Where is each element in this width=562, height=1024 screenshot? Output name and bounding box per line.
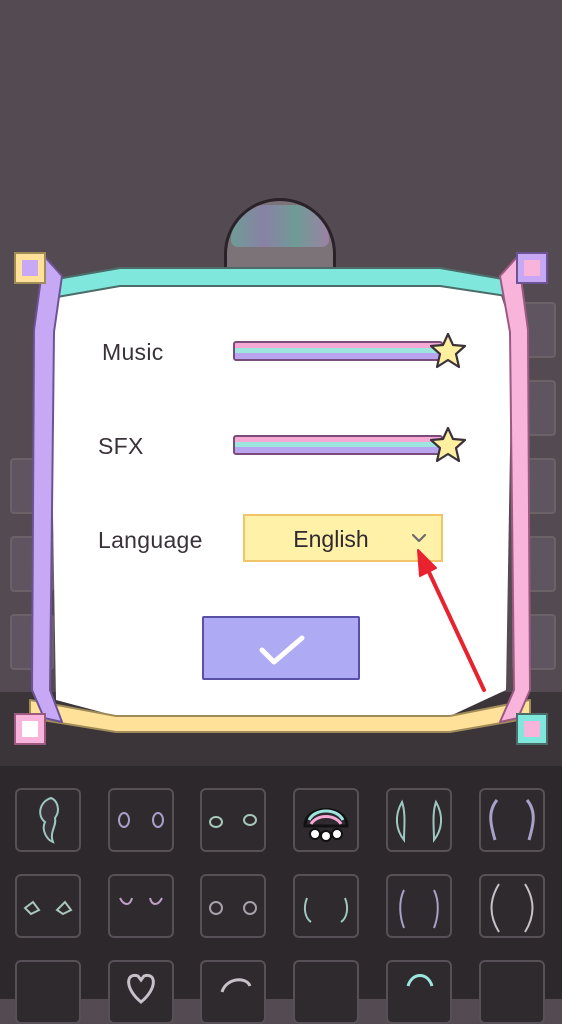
chevron-down-icon[interactable] — [411, 533, 427, 543]
settings-dialog-frame — [14, 252, 548, 745]
music-slider[interactable] — [233, 341, 443, 361]
checkmark-icon — [259, 635, 305, 665]
confirm-button[interactable] — [202, 616, 360, 680]
language-selected-value: English — [293, 526, 369, 552]
star-icon[interactable] — [428, 331, 468, 371]
star-icon[interactable] — [428, 425, 468, 465]
language-label: Language — [98, 527, 203, 553]
language-dropdown[interactable]: English — [243, 514, 443, 562]
music-label: Music — [102, 339, 164, 365]
sfx-slider[interactable] — [233, 435, 443, 455]
sfx-label: SFX — [98, 433, 144, 459]
